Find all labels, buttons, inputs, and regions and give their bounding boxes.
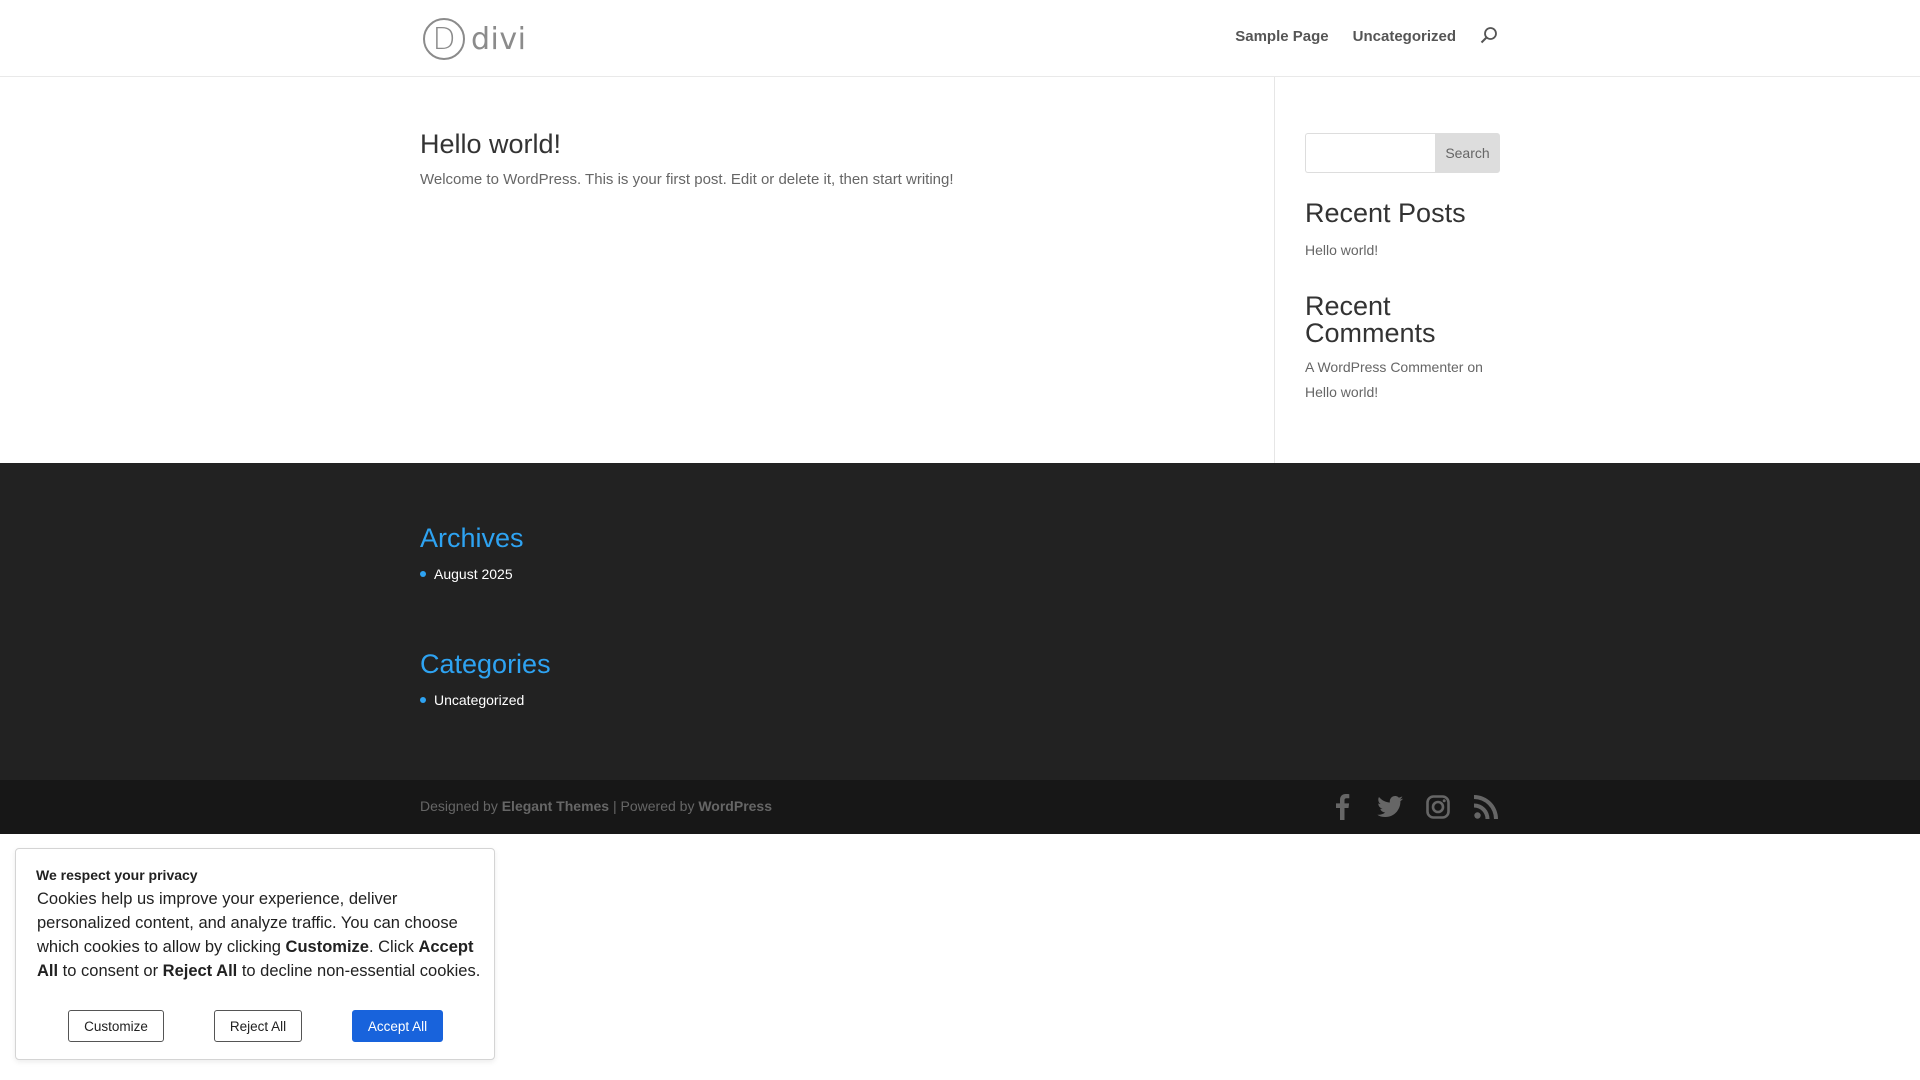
sidebar-search-input[interactable]	[1305, 133, 1435, 173]
cookie-text-4: to decline non-essential cookies.	[237, 962, 481, 980]
recent-comments-heading-line1: Recent	[1305, 291, 1391, 321]
archive-link-august-2025[interactable]: August 2025	[434, 566, 513, 582]
archives-heading: Archives	[420, 523, 524, 553]
wordpress-link[interactable]: WordPress	[698, 798, 772, 814]
search-icon[interactable]	[1480, 26, 1500, 46]
category-link-uncategorized[interactable]: Uncategorized	[434, 692, 524, 708]
footer-credits: Designed by Elegant Themes | Powered by …	[420, 798, 772, 814]
elegant-themes-link[interactable]: Elegant Themes	[502, 798, 609, 814]
nav-uncategorized[interactable]: Uncategorized	[1353, 28, 1456, 45]
cookie-description: Cookies help us improve your experience,…	[37, 887, 487, 983]
nav-sample-page[interactable]: Sample Page	[1235, 28, 1328, 45]
recent-posts-heading: Recent Posts	[1305, 198, 1466, 228]
site-header: D divi Sample Page Uncategorized	[0, 0, 1920, 77]
footer-widgets: Archives August 2025 Categories Uncatego…	[0, 463, 1920, 780]
cookie-consent-banner: We respect your privacy Cookies help us …	[15, 848, 495, 1060]
designed-by-text: Designed by	[420, 798, 498, 814]
cookie-title: We respect your privacy	[36, 867, 198, 883]
powered-by-text: | Powered by	[612, 798, 695, 814]
twitter-icon[interactable]	[1376, 793, 1404, 821]
recent-comment: A WordPress Commenter on Hello world!	[1305, 355, 1505, 405]
footer-bottom-bar: Designed by Elegant Themes | Powered by …	[0, 780, 1920, 834]
rss-icon[interactable]	[1472, 793, 1500, 821]
instagram-icon[interactable]	[1424, 793, 1452, 821]
archive-item: August 2025	[420, 566, 513, 582]
bullet-icon	[420, 571, 426, 577]
sidebar-search: Search	[1305, 133, 1500, 173]
cookie-bold-reject: Reject All	[162, 962, 238, 980]
site-logo[interactable]: D divi	[423, 17, 526, 61]
social-icons	[1328, 793, 1500, 821]
comment-on-text: on	[1467, 359, 1483, 375]
sidebar-search-button[interactable]: Search	[1435, 133, 1500, 173]
sidebar-divider	[1274, 77, 1275, 463]
logo-mark: D	[423, 18, 465, 60]
logo-text: divi	[471, 21, 527, 57]
cookie-customize-button[interactable]: Customize	[68, 1010, 164, 1042]
post-excerpt: Welcome to WordPress. This is your first…	[420, 171, 954, 188]
comment-post-link[interactable]: Hello world!	[1305, 384, 1378, 400]
main-nav: Sample Page Uncategorized	[1235, 26, 1500, 46]
cookie-accept-all-button[interactable]: Accept All	[352, 1010, 443, 1042]
bullet-icon	[420, 697, 426, 703]
cookie-text-2: . Click	[368, 938, 419, 956]
main-content: Hello world! Welcome to WordPress. This …	[0, 77, 1920, 463]
post-title[interactable]: Hello world!	[420, 129, 561, 160]
facebook-icon[interactable]	[1328, 793, 1356, 821]
cookie-text-3: to consent or	[58, 962, 163, 980]
cookie-reject-all-button[interactable]: Reject All	[214, 1010, 302, 1042]
recent-comments-heading-line2: Comments	[1305, 318, 1436, 348]
categories-heading: Categories	[420, 649, 551, 679]
recent-post-link[interactable]: Hello world!	[1305, 238, 1505, 263]
comment-author-link[interactable]: A WordPress Commenter	[1305, 359, 1463, 375]
recent-comments-heading: Recent Comments	[1305, 293, 1505, 347]
category-item: Uncategorized	[420, 692, 524, 708]
cookie-bold-customize: Customize	[285, 938, 369, 956]
